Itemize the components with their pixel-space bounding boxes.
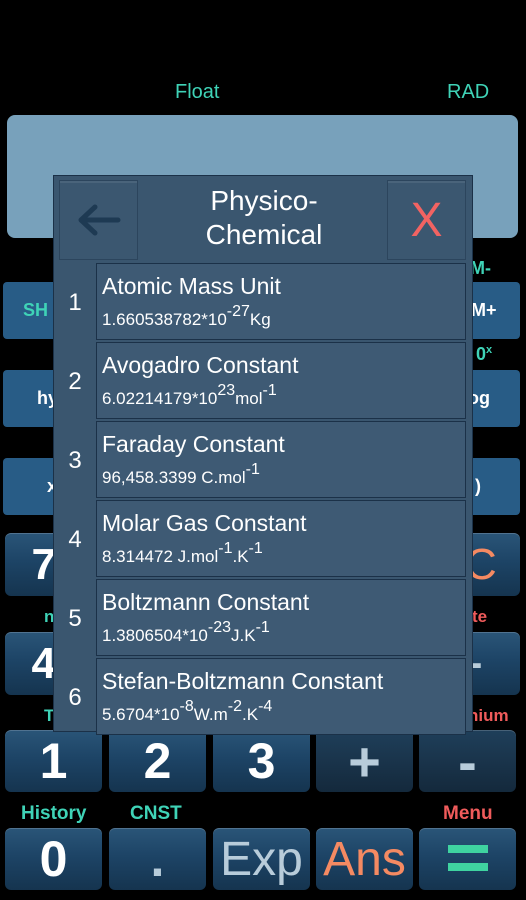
constant-value: 6.02214179*1023mol-1 bbox=[102, 382, 277, 409]
constant-cell[interactable]: Boltzmann Constant 1.3806504*10-23J.K-1 bbox=[96, 579, 466, 656]
constant-name: Faraday Constant bbox=[102, 431, 285, 457]
key-4[interactable]: 4 bbox=[5, 632, 60, 695]
constant-name: Stefan-Boltzmann Constant bbox=[102, 668, 384, 694]
log-button[interactable]: og bbox=[465, 370, 520, 427]
history-label: History bbox=[21, 803, 87, 824]
close-paren-button[interactable]: ) bbox=[465, 458, 520, 515]
plus-button[interactable]: + bbox=[316, 729, 413, 793]
format-mode-indicator[interactable]: Float bbox=[175, 81, 219, 104]
arrow-left-icon bbox=[78, 204, 120, 236]
constant-index: 5 bbox=[68, 604, 82, 632]
constant-index: 6 bbox=[68, 683, 82, 711]
close-paren-label: ) bbox=[475, 476, 481, 496]
m-plus-label: M+ bbox=[471, 300, 497, 320]
close-icon: X bbox=[410, 193, 443, 247]
menu-label: Menu bbox=[443, 803, 493, 824]
minus-shift-label: nium bbox=[468, 706, 509, 725]
decimal-point-button[interactable]: . bbox=[109, 828, 206, 890]
constant-cell[interactable]: Faraday Constant 96,458.3399 C.mol-1 bbox=[96, 421, 466, 498]
shift-label: SH bbox=[23, 300, 49, 320]
key-2-label: 2 bbox=[143, 733, 172, 789]
clear-shift-label: te bbox=[472, 607, 488, 626]
title-line-1: Physico- bbox=[210, 185, 318, 216]
key-0[interactable]: 0 bbox=[5, 828, 102, 890]
ans-button[interactable]: Ans bbox=[316, 828, 413, 890]
key-7[interactable]: 7 bbox=[5, 533, 60, 596]
constant-value: 8.314472 J.mol-1.K-1 bbox=[102, 540, 263, 567]
constant-name: Avogadro Constant bbox=[102, 352, 299, 378]
plus-label: + bbox=[348, 729, 381, 793]
constant-value: 5.6704*10-8W.m-2.K-4 bbox=[102, 698, 273, 725]
key-2[interactable]: 2 bbox=[109, 730, 206, 792]
constant-cell[interactable]: Atomic Mass Unit 1.660538782*10-27Kg bbox=[96, 263, 466, 340]
m-minus-shift-label: M- bbox=[470, 258, 491, 278]
constant-value: 1.660538782*10-27Kg bbox=[102, 303, 271, 330]
key-1[interactable]: 1 bbox=[5, 730, 102, 792]
back-button[interactable] bbox=[59, 180, 138, 260]
constant-value: 1.3806504*10-23J.K-1 bbox=[102, 619, 270, 646]
decimal-point-label: . bbox=[150, 831, 165, 887]
constant-cell[interactable]: Avogadro Constant 6.02214179*1023mol-1 bbox=[96, 342, 466, 419]
constant-list-item[interactable]: 5 Boltzmann Constant 1.3806504*10-23J.K-1 bbox=[54, 579, 472, 658]
clear-button[interactable]: C bbox=[465, 533, 520, 596]
angle-mode-indicator[interactable]: RAD bbox=[447, 81, 489, 104]
key-1-label: 1 bbox=[39, 733, 68, 789]
constant-cell[interactable]: Molar Gas Constant 8.314472 J.mol-1.K-1 bbox=[96, 500, 466, 577]
exp-button[interactable]: Exp bbox=[213, 828, 310, 890]
constant-list-item[interactable]: 2 Avogadro Constant 6.02214179*1023mol-1 bbox=[54, 342, 472, 421]
key-3-label: 3 bbox=[247, 733, 276, 789]
constant-index: 2 bbox=[68, 367, 82, 395]
exp-label: Exp bbox=[220, 832, 303, 886]
key-0-label: 0 bbox=[39, 831, 68, 887]
ten-power-shift-label: 0x bbox=[476, 344, 493, 364]
minus-label: - bbox=[458, 729, 477, 793]
constant-list-item[interactable]: 1 Atomic Mass Unit 1.660538782*10-27Kg bbox=[54, 263, 472, 342]
constant-index: 3 bbox=[68, 446, 82, 474]
constant-name: Atomic Mass Unit bbox=[102, 273, 281, 299]
constant-list-item[interactable]: 6 Stefan-Boltzmann Constant 5.6704*10-8W.m… bbox=[54, 658, 472, 737]
constants-dialog: Physico- Chemical X 1 Atomic Mass Unit 1.6… bbox=[53, 175, 473, 735]
m-plus-button[interactable]: M+ bbox=[465, 282, 520, 339]
equals-button[interactable] bbox=[419, 828, 516, 890]
title-line-2: Chemical bbox=[205, 219, 323, 250]
cnst-label: CNST bbox=[130, 803, 182, 824]
constant-name: Boltzmann Constant bbox=[102, 589, 310, 615]
key-3[interactable]: 3 bbox=[213, 730, 310, 792]
constant-index: 4 bbox=[68, 525, 82, 553]
constant-name: Molar Gas Constant bbox=[102, 510, 307, 536]
zero-label: 0 bbox=[476, 344, 487, 364]
constant-list-item[interactable]: 3 Faraday Constant 96,458.3399 C.mol-1 bbox=[54, 421, 472, 500]
minus-button[interactable]: - bbox=[419, 729, 516, 793]
constant-value: 96,458.3399 C.mol-1 bbox=[102, 461, 260, 488]
constant-cell[interactable]: Stefan-Boltzmann Constant 5.6704*10-8W.m-… bbox=[96, 658, 466, 735]
constant-index: 1 bbox=[68, 288, 82, 316]
constant-list-item[interactable]: 4 Molar Gas Constant 8.314472 J.mol-1.K-1 bbox=[54, 500, 472, 579]
close-button[interactable]: X bbox=[387, 180, 466, 260]
equals-icon bbox=[447, 845, 488, 873]
ans-label: Ans bbox=[323, 832, 406, 886]
minus-button-bg[interactable]: - bbox=[465, 632, 520, 695]
dialog-title: Physico- Chemical bbox=[139, 184, 389, 252]
